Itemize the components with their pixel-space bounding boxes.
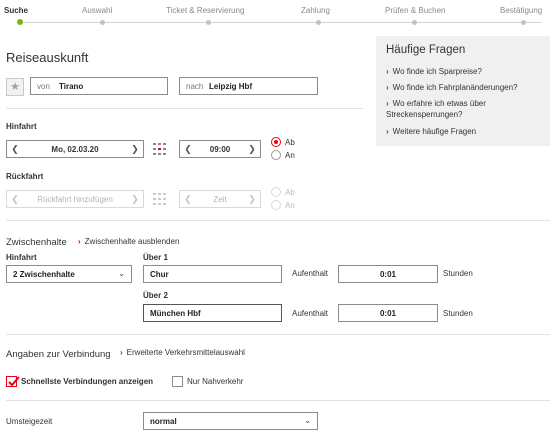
checkmark-icon: [8, 376, 20, 387]
next-time-icon[interactable]: ❯: [244, 141, 260, 157]
favorite-button[interactable]: ★: [6, 78, 24, 96]
rueckfahrt-time-placeholder: Zeit: [213, 195, 227, 204]
stop-1-aufenthalt-label: Aufenthalt: [292, 269, 329, 278]
step-dot: [206, 20, 211, 25]
calendar-icon[interactable]: [152, 141, 168, 157]
stop-2-aufenthalt-input[interactable]: 0:01: [338, 304, 438, 322]
hinfahrt-date-value: Mo, 02.03.20: [51, 145, 99, 154]
chevron-right-icon: ›: [120, 348, 123, 357]
star-icon: ★: [10, 81, 20, 93]
hinfahrt-time-value: 09:00: [209, 145, 231, 154]
chevron-right-icon: ›: [78, 237, 81, 246]
divider: [6, 220, 550, 221]
chevron-down-icon: ⌄: [304, 416, 311, 425]
chevron-right-icon: ›: [386, 67, 389, 76]
rueckfahrt-ab-label: Ab: [285, 188, 295, 197]
step-auswahl: Auswahl: [82, 6, 113, 15]
verbindung-heading: Angaben zur Verbindung: [6, 349, 111, 360]
stop-1-value: Chur: [150, 270, 169, 279]
hinfahrt-date-field[interactable]: ❮ Mo, 02.03.20 ❯: [6, 140, 144, 158]
zwischenhalte-heading: Zwischenhalte: [6, 237, 67, 248]
next-time-icon[interactable]: ❯: [244, 191, 260, 207]
to-field[interactable]: nach Leipzig Hbf: [179, 77, 318, 95]
next-day-icon[interactable]: ❯: [127, 141, 143, 157]
fastest-checkbox[interactable]: [6, 376, 20, 387]
faq-panel: Häufige Fragen › Wo finde ich Sparpreise?…: [376, 36, 550, 146]
rueckfahrt-date-placeholder: Rückfahrt hinzufügen: [37, 195, 113, 204]
umsteigezeit-value: normal: [150, 417, 177, 426]
stop-2-aufenthalt-value: 0:01: [379, 309, 396, 318]
page-title: Reiseauskunft: [6, 50, 89, 65]
zwischenhalte-count-select[interactable]: 2 Zwischenhalte ⌄: [6, 265, 132, 283]
rueckfahrt-date-field[interactable]: ❮ Rückfahrt hinzufügen ❯: [6, 190, 144, 208]
divider: [6, 108, 363, 109]
stop-2-aufenthalt-label: Aufenthalt: [292, 309, 329, 318]
rueckfahrt-heading: Rückfahrt: [6, 172, 44, 181]
step-zahlung: Zahlung: [301, 6, 330, 15]
to-value: Leipzig Hbf: [209, 82, 253, 91]
progress-line: [18, 22, 542, 23]
chevron-right-icon: ›: [386, 83, 389, 92]
next-day-icon[interactable]: ❯: [127, 191, 143, 207]
divider: [6, 334, 550, 335]
stop-2-value: München Hbf: [150, 309, 201, 318]
from-label: von: [37, 82, 50, 91]
step-suche[interactable]: Suche: [4, 6, 28, 15]
prev-time-icon[interactable]: ❮: [180, 141, 196, 157]
stop-1-unit: Stunden: [443, 269, 473, 278]
step-dot: [412, 20, 417, 25]
step-dot: [521, 20, 526, 25]
from-field[interactable]: von Tirano: [30, 77, 168, 95]
stop-1-aufenthalt-input[interactable]: 0:01: [338, 265, 438, 283]
prev-time-icon[interactable]: ❮: [180, 191, 196, 207]
stop-2-unit: Stunden: [443, 309, 473, 318]
faq-title: Häufige Fragen: [386, 44, 466, 56]
stop-1-input[interactable]: Chur: [143, 265, 282, 283]
step-bestaetigung: Bestätigung: [500, 6, 543, 15]
hinfahrt-ab-radio[interactable]: [271, 137, 281, 147]
faq-item-weitere[interactable]: › Weitere häufige Fragen: [386, 126, 546, 137]
hinfahrt-an-label: An: [285, 151, 295, 160]
zwischenhalte-toggle-link[interactable]: › Zwischenhalte ausblenden: [78, 237, 179, 246]
zwischenhalte-hinfahrt-label: Hinfahrt: [6, 253, 37, 262]
step-ticket: Ticket & Reservierung: [166, 6, 245, 15]
from-value: Tirano: [59, 82, 84, 91]
hinfahrt-heading: Hinfahrt: [6, 122, 37, 131]
rueckfahrt-an-radio[interactable]: [271, 200, 281, 210]
step-pruefen: Prüfen & Buchen: [385, 6, 446, 15]
step-dot-active: [17, 19, 23, 25]
hinfahrt-an-radio[interactable]: [271, 150, 281, 160]
rueckfahrt-time-field[interactable]: ❮ Zeit ❯: [179, 190, 261, 208]
chevron-right-icon: ›: [386, 99, 389, 108]
divider: [6, 400, 550, 401]
zwischenhalte-count-value: 2 Zwischenhalte: [13, 270, 75, 279]
calendar-icon[interactable]: [152, 191, 168, 207]
nahverkehr-checkbox[interactable]: [172, 376, 183, 387]
faq-item-streckensperrungen[interactable]: › Wo erfahre ich etwas über Streckensperr…: [386, 98, 514, 120]
stop-2-input[interactable]: München Hbf: [143, 304, 282, 322]
prev-day-icon[interactable]: ❮: [7, 141, 23, 157]
verkehrsmittel-link[interactable]: › Erweiterte Verkehrsmittelauswahl: [120, 348, 245, 357]
to-label: nach: [186, 82, 204, 91]
stop-2-label: Über 2: [143, 291, 168, 300]
hinfahrt-ab-label: Ab: [285, 138, 295, 147]
nahverkehr-label: Nur Nahverkehr: [187, 377, 244, 386]
step-dot: [316, 20, 321, 25]
chevron-down-icon: ⌄: [118, 269, 125, 278]
faq-item-sparpreise[interactable]: › Wo finde ich Sparpreise?: [386, 66, 546, 77]
prev-day-icon[interactable]: ❮: [7, 191, 23, 207]
rueckfahrt-ab-radio[interactable]: [271, 187, 281, 197]
stop-1-label: Über 1: [143, 253, 168, 262]
hinfahrt-time-field[interactable]: ❮ 09:00 ❯: [179, 140, 261, 158]
rueckfahrt-an-label: An: [285, 201, 295, 210]
umsteigezeit-select[interactable]: normal ⌄: [143, 412, 318, 430]
step-dot: [100, 20, 105, 25]
stop-1-aufenthalt-value: 0:01: [379, 270, 396, 279]
chevron-right-icon: ›: [386, 127, 389, 136]
fastest-label: Schnellste Verbindungen anzeigen: [21, 377, 154, 386]
faq-item-fahrplanaenderungen[interactable]: › Wo finde ich Fahrplanänderungen?: [386, 82, 546, 93]
umsteigezeit-label: Umsteigezeit: [6, 417, 53, 426]
